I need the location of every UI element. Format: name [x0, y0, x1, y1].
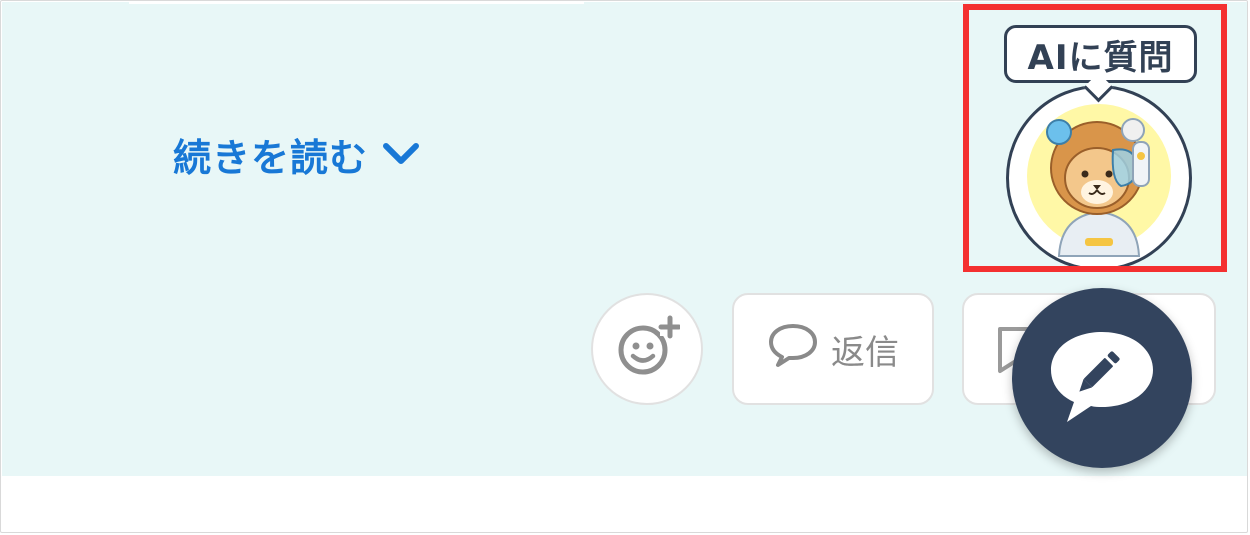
add-reaction-icon: [614, 314, 682, 384]
top-tab-edge: [129, 1, 584, 4]
reply-label: 返信: [831, 332, 899, 373]
reply-button[interactable]: 返信: [732, 293, 934, 405]
chevron-down-icon: [382, 141, 420, 167]
read-more-link[interactable]: 続きを読む: [173, 129, 420, 180]
compose-pencil-icon: [1043, 324, 1161, 432]
compose-fab-button[interactable]: [1012, 288, 1192, 468]
add-reaction-button[interactable]: [591, 293, 703, 405]
read-more-label: 続きを読む: [173, 135, 369, 180]
page-frame: 続きを読む 返信 AIに質問: [0, 0, 1248, 533]
speech-bubble-icon: [767, 322, 819, 377]
